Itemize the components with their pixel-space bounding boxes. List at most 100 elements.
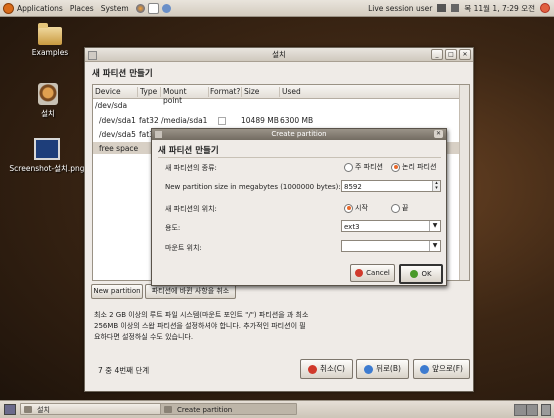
image-file-icon — [34, 138, 60, 160]
cancel-icon — [308, 364, 318, 374]
dialog-cancel-button[interactable]: Cancel — [350, 264, 395, 282]
location-start-radio[interactable]: 시작 — [344, 203, 368, 213]
radio-circle — [344, 203, 353, 213]
checkmark-icon — [410, 270, 419, 278]
table-header: Device Type Mount point Format? Size Use… — [93, 85, 469, 105]
radio-circle — [391, 203, 400, 213]
create-partition-dialog: Create partition ✕ 새 파티션 만들기 새 파티션의 종류: … — [151, 128, 447, 286]
show-desktop-icon[interactable] — [4, 404, 16, 415]
dialog-ok-button[interactable]: OK — [399, 264, 443, 284]
desktop-icon-screenshot[interactable]: Screenshot-설치.png — [6, 138, 88, 174]
places-menu[interactable]: Places — [70, 4, 94, 13]
radio-label: 논리 파티션 — [402, 163, 437, 171]
dialog-window-icon — [155, 131, 162, 138]
mount-label: 마운트 위치: — [165, 244, 202, 252]
column-used[interactable]: Used — [280, 87, 457, 97]
desktop-icon-label: Examples — [31, 48, 69, 57]
new-partition-button[interactable]: New partition — [91, 284, 143, 299]
top-panel: Applications Places System Live session … — [0, 0, 554, 17]
table-row[interactable]: /dev/sda — [93, 99, 459, 111]
back-button[interactable]: 뒤로(B) — [356, 359, 409, 379]
dialog-close-button[interactable]: ✕ — [434, 130, 443, 138]
taskbar-item-create-partition[interactable]: Create partition — [160, 403, 297, 415]
radio-circle — [344, 162, 353, 172]
type-label: 새 파티션의 종류: — [165, 164, 217, 172]
mount-point-combo[interactable]: ▼ — [341, 240, 441, 252]
ubuntu-logo-icon[interactable] — [3, 2, 14, 14]
desktop-icon-examples[interactable]: Examples — [27, 23, 73, 57]
column-size[interactable]: Size — [242, 87, 280, 97]
cell-mount: /media/sda1 — [161, 116, 208, 125]
maximize-button[interactable]: □ — [445, 49, 457, 60]
table-scrollbar[interactable] — [459, 85, 469, 280]
taskbar-item-installer[interactable]: 설치 — [20, 403, 163, 415]
column-type[interactable]: Type — [138, 87, 161, 97]
folder-icon — [38, 23, 62, 45]
window-icon — [164, 406, 172, 413]
applications-menu[interactable]: Applications — [17, 4, 63, 13]
panel-menu: Applications Places System — [0, 2, 174, 14]
trash-icon[interactable] — [541, 404, 551, 416]
location-end-radio[interactable]: 끝 — [391, 203, 408, 213]
cancel-label: 취소(C) — [320, 364, 345, 373]
dialog-titlebar[interactable]: Create partition ✕ — [152, 129, 446, 140]
window-menu-icon[interactable] — [88, 51, 97, 60]
installer-titlebar[interactable]: 설치 _ □ ✕ — [85, 48, 473, 62]
window-icon — [24, 406, 32, 413]
back-label: 뒤로(B) — [376, 364, 401, 373]
page-title: 새 파티션 만들기 — [92, 69, 153, 79]
dialog-ok-label: OK — [421, 270, 432, 278]
desktop-icon-label: 설치 — [41, 109, 55, 118]
power-icon[interactable] — [540, 3, 550, 13]
size-value: 8592 — [344, 183, 362, 191]
installer-icon — [38, 83, 58, 105]
column-mount[interactable]: Mount point — [161, 87, 209, 105]
format-checkbox[interactable] — [218, 117, 226, 125]
taskbar-item-label: 설치 — [37, 406, 50, 414]
cell-device: /dev/sda5 — [99, 130, 136, 139]
size-label: New partition size in megabytes (1000000… — [165, 183, 341, 191]
forward-button[interactable]: 앞으로(F) — [413, 359, 470, 379]
table-row[interactable]: /dev/sda1 fat32 /media/sda1 10489 MB 630… — [93, 114, 459, 126]
chevron-down-icon: ▼ — [429, 241, 440, 251]
forward-arrow-icon — [420, 364, 430, 374]
logical-partition-radio[interactable]: 논리 파티션 — [391, 162, 436, 172]
undo-changes-button[interactable]: 파티션에 바뀐 사항을 취소 — [145, 284, 236, 299]
radio-circle — [391, 162, 400, 172]
clock[interactable]: 목 11월 1, 7:29 오전 — [464, 3, 535, 14]
close-button[interactable]: ✕ — [459, 49, 471, 60]
spin-arrows-icon[interactable]: ▴ ▾ — [432, 181, 440, 191]
minimize-button[interactable]: _ — [431, 49, 443, 60]
cancel-icon — [355, 269, 364, 277]
cell-size: 10489 MB — [241, 116, 279, 125]
system-tray: Live session user 목 11월 1, 7:29 오전 — [363, 0, 550, 16]
location-label: 새 파티션의 위치: — [165, 205, 217, 213]
dialog-cancel-label: Cancel — [366, 269, 390, 277]
dialog-title: Create partition — [271, 130, 327, 138]
desktop-icon-installer[interactable]: 설치 — [28, 83, 68, 119]
volume-icon[interactable] — [451, 4, 460, 12]
mail-launcher-icon[interactable] — [147, 2, 159, 14]
column-device[interactable]: Device — [93, 87, 138, 97]
column-format[interactable]: Format? — [208, 87, 242, 97]
bottom-panel: 설치 Create partition — [0, 400, 554, 418]
firefox-launcher-icon[interactable] — [135, 3, 145, 13]
radio-label: 시작 — [355, 204, 368, 212]
window-title: 설치 — [272, 50, 286, 59]
radio-label: 끝 — [402, 204, 409, 212]
cell-device: /dev/sda1 — [99, 116, 136, 125]
primary-partition-radio[interactable]: 주 파티션 — [344, 162, 383, 172]
cancel-button[interactable]: 취소(C) — [300, 359, 353, 379]
desktop-icon-label: Screenshot-설치.png — [9, 164, 85, 173]
forward-label: 앞으로(F) — [432, 364, 463, 373]
filesystem-combo[interactable]: ext3 ▼ — [341, 220, 441, 232]
workspace-switcher[interactable] — [514, 404, 538, 416]
network-icon[interactable] — [437, 4, 447, 12]
session-label[interactable]: Live session user — [368, 4, 432, 13]
size-spinbox[interactable]: 8592 ▴ ▾ — [341, 180, 441, 192]
use-as-label: 용도: — [165, 224, 181, 232]
cell-device: /dev/sda — [95, 101, 128, 110]
system-menu[interactable]: System — [101, 4, 129, 13]
step-indicator: 7 중 4번째 단계 — [98, 366, 150, 375]
help-launcher-icon[interactable] — [161, 3, 171, 13]
